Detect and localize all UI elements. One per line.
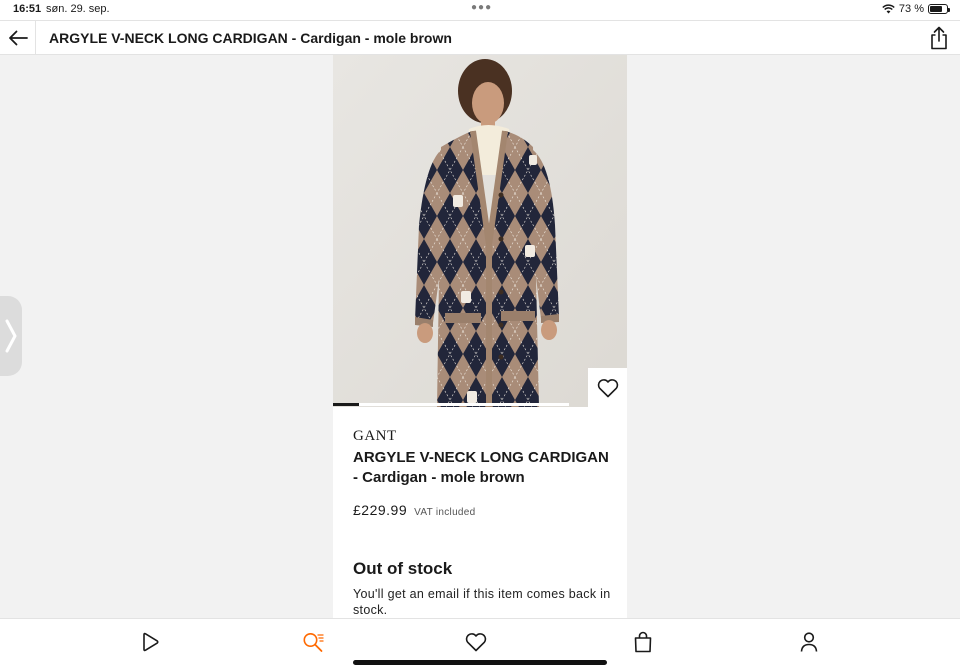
- heart-icon: [465, 633, 487, 652]
- product-photo-illustration: [333, 55, 627, 407]
- tab-search[interactable]: [302, 631, 324, 653]
- side-panel-handle[interactable]: [0, 296, 22, 376]
- product-image[interactable]: [333, 55, 627, 407]
- status-time: 16:51: [13, 3, 42, 15]
- stock-status-message: You'll get an email if this item comes b…: [353, 587, 611, 617]
- share-icon: [931, 26, 947, 50]
- add-to-wishlist-button[interactable]: [588, 368, 627, 407]
- status-bar: 16:51 søn. 29. sep. ●●● 73 %: [0, 0, 960, 20]
- status-right: 73 %: [882, 3, 950, 15]
- share-button[interactable]: [928, 26, 950, 50]
- bag-icon: [634, 631, 652, 653]
- price-row: £229.99 VAT included: [353, 502, 476, 518]
- battery-percentage: 73 %: [898, 3, 924, 15]
- gallery-progress-indicator: [333, 403, 359, 406]
- chevron-right-icon: [5, 319, 17, 353]
- person-icon: [800, 632, 818, 652]
- status-date: søn. 29. sep.: [46, 3, 110, 15]
- vat-note: VAT included: [414, 507, 476, 518]
- back-button[interactable]: [0, 21, 36, 54]
- battery-icon: [928, 4, 950, 14]
- heart-icon: [597, 378, 618, 397]
- play-icon: [143, 632, 159, 652]
- product-detail-card: GANT ARGYLE V-NECK LONG CARDIGAN - Cardi…: [333, 55, 627, 618]
- wifi-icon: [882, 4, 895, 14]
- product-name: ARGYLE V-NECK LONG CARDIGAN - Cardigan -…: [353, 449, 609, 486]
- tab-discover[interactable]: [139, 631, 161, 653]
- tab-wishlist[interactable]: [465, 631, 487, 653]
- search-icon: [303, 633, 324, 652]
- product-price: £229.99: [353, 502, 408, 518]
- multitasking-dots-icon[interactable]: ●●●: [471, 2, 492, 13]
- brand-name[interactable]: GANT: [353, 428, 397, 445]
- tab-bag[interactable]: [632, 631, 654, 653]
- home-indicator[interactable]: [353, 660, 607, 665]
- gallery-progress-track: [333, 403, 569, 406]
- arrow-left-icon: [8, 30, 28, 45]
- page-title: ARGYLE V-NECK LONG CARDIGAN - Cardigan -…: [49, 30, 452, 46]
- top-nav-bar: ARGYLE V-NECK LONG CARDIGAN - Cardigan -…: [0, 20, 960, 55]
- stock-status-title: Out of stock: [353, 559, 453, 578]
- tab-account[interactable]: [798, 631, 820, 653]
